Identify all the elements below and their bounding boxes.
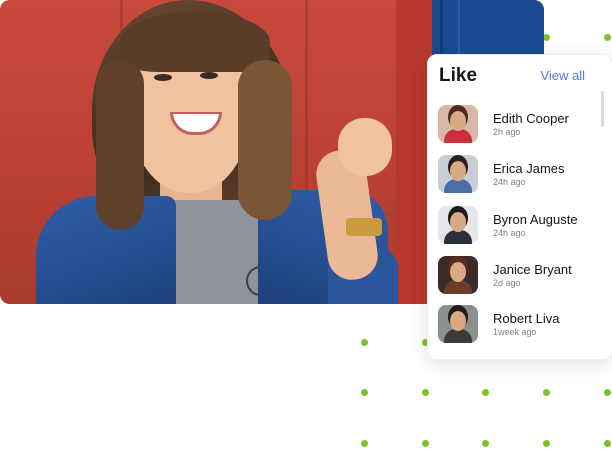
decor-dot xyxy=(422,389,429,396)
person-eye xyxy=(154,74,172,81)
like-name: Erica James xyxy=(493,161,565,176)
like-name: Edith Cooper xyxy=(493,111,569,126)
decor-dot xyxy=(543,34,550,41)
scrollbar[interactable] xyxy=(601,91,604,127)
card-title: Like xyxy=(439,65,478,86)
avatar xyxy=(438,256,478,294)
decor-dot xyxy=(604,34,611,41)
decor-dot xyxy=(482,440,489,447)
person-hand xyxy=(338,118,392,176)
like-time: 24h ago xyxy=(493,177,526,187)
decor-dot xyxy=(361,389,368,396)
avatar-head xyxy=(450,262,466,282)
avatar-body xyxy=(444,230,472,244)
avatar-head xyxy=(450,111,466,131)
decor-dot xyxy=(604,389,611,396)
decor-dot xyxy=(543,389,550,396)
avatar-head xyxy=(450,311,466,331)
like-time: 2d ago xyxy=(493,278,521,288)
person-hair-front xyxy=(120,12,270,72)
like-item[interactable]: Edith Cooper 2h ago xyxy=(438,105,598,149)
avatar-body xyxy=(444,179,472,193)
decor-dot xyxy=(361,339,368,346)
avatar-body xyxy=(444,129,472,143)
like-time: 24h ago xyxy=(493,228,526,238)
person-hair-right xyxy=(238,60,292,220)
avatar xyxy=(438,105,478,143)
avatar-body xyxy=(444,329,472,343)
avatar-head xyxy=(450,161,466,181)
like-time: 1week ago xyxy=(493,327,537,337)
decor-dot xyxy=(422,440,429,447)
decor-dot xyxy=(361,440,368,447)
like-item[interactable]: Janice Bryant 2d ago xyxy=(438,256,598,300)
like-item[interactable]: Byron Auguste 24h ago xyxy=(438,206,598,250)
avatar xyxy=(438,206,478,244)
like-card: Like View all Edith Cooper 2h ago Erica … xyxy=(427,54,612,360)
like-name: Byron Auguste xyxy=(493,212,578,227)
view-all-link[interactable]: View all xyxy=(540,68,585,83)
like-name: Janice Bryant xyxy=(493,262,572,277)
avatar-head xyxy=(450,212,466,232)
person-hair-left xyxy=(96,60,144,230)
like-name: Robert Liva xyxy=(493,311,560,326)
decor-dot xyxy=(543,440,550,447)
avatar xyxy=(438,155,478,193)
like-item[interactable]: Robert Liva 1week ago xyxy=(438,305,598,349)
decor-dot xyxy=(482,389,489,396)
avatar-body xyxy=(444,280,472,294)
avatar xyxy=(438,305,478,343)
person-watch xyxy=(346,218,382,236)
decor-dot xyxy=(604,440,611,447)
like-time: 2h ago xyxy=(493,127,521,137)
like-item[interactable]: Erica James 24h ago xyxy=(438,155,598,199)
person-eye xyxy=(200,72,218,79)
